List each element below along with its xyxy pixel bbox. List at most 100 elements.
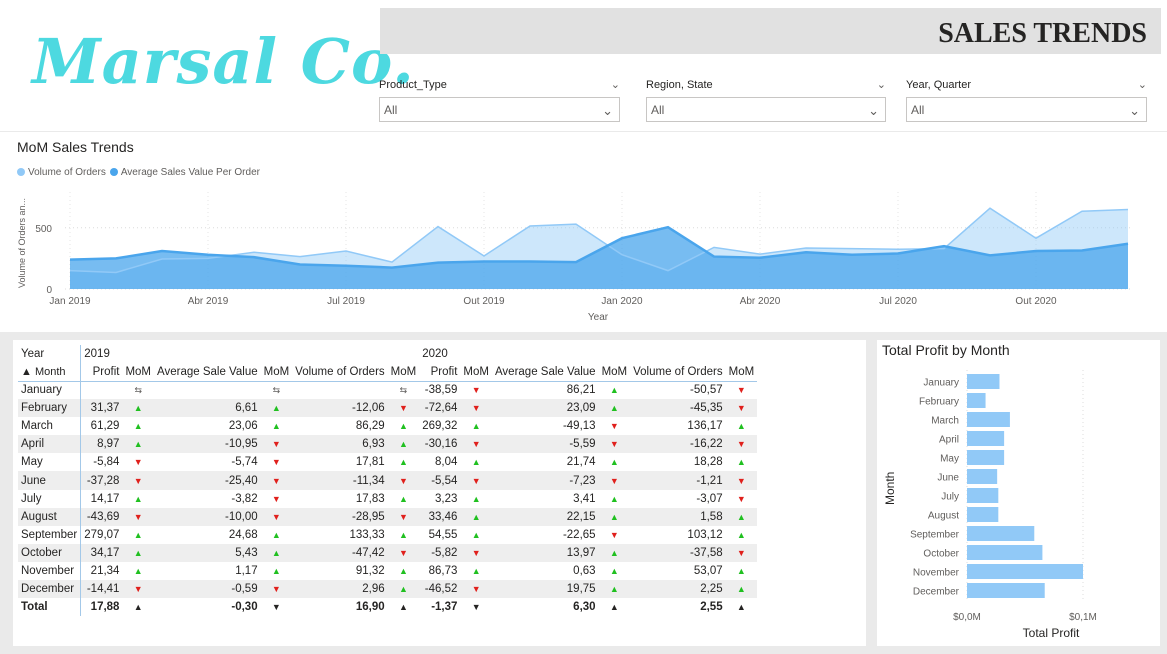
value-cell: -49,13 [562, 420, 596, 433]
y-tick-label: April [939, 435, 959, 446]
y-tick-label: August [928, 511, 959, 522]
value-cell: 18,28 [693, 456, 723, 469]
column-header[interactable]: Average Sale Value [491, 363, 599, 382]
bar[interactable] [967, 374, 1000, 389]
month-cell: March [18, 417, 82, 436]
bar[interactable] [967, 450, 1005, 465]
bar[interactable] [967, 583, 1045, 598]
value-cell: 33,46 [419, 507, 461, 526]
bar[interactable] [967, 507, 999, 522]
total-profit-by-month-chart[interactable]: Total Profit by Month $0,0M $0,1M January F… [877, 340, 1160, 646]
column-header[interactable]: MoM [260, 363, 293, 382]
legend-item-avg-value[interactable]: Average Sales Value Per Order [109, 167, 260, 178]
value-cell: -10,00 [154, 507, 261, 526]
down-arrow-icon: ▼ [725, 471, 758, 490]
y-tick-label: October [923, 549, 959, 560]
up-arrow-icon: ▲ [387, 435, 420, 454]
chevron-down-icon[interactable]: ⌄ [1138, 76, 1147, 94]
bar[interactable] [967, 412, 1010, 427]
value-cell: -1,21 [630, 471, 726, 490]
header-panel: Marsal Co. SALES TRENDS Product_Type ⌄ Al… [0, 0, 1167, 131]
column-header[interactable]: Profit [419, 363, 461, 382]
mom-sales-trends-chart[interactable]: 0 500 Jan 2019 Abr 2019 Jul 2019 Out 2019 Jan … [0, 132, 1167, 332]
column-header[interactable]: MoM [460, 363, 492, 382]
down-arrow-icon: ▼ [260, 435, 293, 454]
monthly-kpi-matrix: Year 2019 2020 ▲ Month Profit MoM Average Sale… [13, 340, 866, 646]
bar[interactable] [967, 393, 986, 408]
chevron-down-icon: ⌄ [868, 103, 879, 118]
down-arrow-icon: ▼ [271, 457, 281, 468]
y-tick-label: September [910, 530, 960, 541]
value-cell: 2,96 [292, 580, 388, 599]
header-spacer [122, 345, 154, 363]
slicer-region-state: Region, State ⌄ All ⌄ [646, 76, 886, 122]
up-arrow-icon: ▲ [271, 421, 281, 432]
value-cell: -22,65 [562, 528, 596, 541]
value-cell: -28,95 [292, 507, 388, 526]
value-cell: 3,23 [435, 492, 458, 505]
bar[interactable] [967, 469, 998, 484]
column-header[interactable]: MoM [598, 363, 631, 382]
legend-item-volume[interactable]: Volume of Orders [17, 167, 106, 178]
value-cell: -50,57 [690, 384, 723, 397]
column-header[interactable]: Volume of Orders [292, 363, 388, 382]
region-state-dropdown[interactable]: All ⌄ [646, 97, 886, 122]
y-tick-label: June [937, 473, 959, 484]
value-cell: 14,17 [90, 492, 120, 505]
up-arrow-icon: ▲ [725, 507, 758, 526]
bar[interactable] [967, 564, 1083, 579]
bar[interactable] [967, 526, 1035, 541]
value-cell: 17,83 [355, 492, 385, 505]
column-header[interactable]: Average Sale Value [154, 363, 261, 382]
header-spacer [599, 345, 631, 363]
down-arrow-icon: ▼ [271, 493, 281, 504]
column-header[interactable]: Profit [80, 363, 123, 382]
header-spacer [154, 345, 261, 363]
title-bar: SALES TRENDS [380, 8, 1161, 54]
column-header[interactable]: MoM [122, 363, 155, 382]
slicer-label: Year, Quarter [906, 79, 972, 91]
column-header[interactable]: Volume of Orders [630, 363, 726, 382]
value-cell: 5,43 [154, 543, 261, 562]
value-cell: -30,16 [419, 435, 461, 454]
month-header[interactable]: ▲ Month [18, 363, 82, 382]
value-cell: 136,17 [687, 420, 723, 433]
chart-legend: Volume of Orders Average Sales Value Per… [17, 167, 260, 178]
month-cell: December [18, 580, 82, 599]
value-cell: -43,69 [80, 507, 123, 526]
header-spacer [630, 345, 725, 363]
slicer-product-type: Product_Type ⌄ All ⌄ [379, 76, 620, 122]
up-arrow-icon: ▲ [122, 435, 155, 454]
table-row: May -5,84 ▼ -5,74 ▼ 17,81 ▲ 8,04 ▲ 21,74 ▲ 18,28 ▲ [18, 453, 757, 472]
value-cell: 54,55 [428, 528, 458, 541]
x-tick-label: Jul 2019 [327, 296, 365, 307]
table-row: January ⇆ ⇆ ⇆ -38,59 ▼ 86,21 ▲ -50,57 ▼ [18, 381, 757, 400]
year-quarter-dropdown[interactable]: All ⌄ [906, 97, 1147, 122]
x-axis-title: Year [588, 312, 609, 323]
y-tick-label: 500 [35, 224, 52, 235]
bar[interactable] [967, 488, 999, 503]
value-cell: 21,74 [566, 456, 596, 469]
slicer-label: Region, State [646, 79, 713, 91]
product-type-dropdown[interactable]: All ⌄ [379, 97, 620, 122]
bar[interactable] [967, 545, 1043, 560]
bar-chart-svg: $0,0M $0,1M January February March April May Ju… [883, 370, 1097, 640]
chevron-down-icon[interactable]: ⌄ [877, 76, 886, 94]
page-title: SALES TRENDS [938, 18, 1147, 49]
value-cell: 2,25 [630, 580, 726, 599]
down-arrow-icon: ▼ [460, 580, 492, 599]
x-tick-label: Abr 2019 [188, 296, 229, 307]
value-cell: -5,84 [93, 456, 120, 469]
y-tick-label: 0 [46, 285, 52, 296]
bar[interactable] [967, 431, 1005, 446]
up-arrow-icon: ▲ [609, 493, 619, 504]
value-cell: -14,41 [80, 580, 123, 599]
column-header[interactable]: MoM [387, 363, 420, 382]
value-cell: 133,33 [349, 528, 385, 541]
up-arrow-icon: ▲ [398, 421, 408, 432]
value-cell: 8,97 [80, 435, 123, 454]
column-header[interactable]: MoM [725, 363, 758, 382]
y-tick-label: January [923, 378, 959, 389]
up-arrow-icon: ▲ [133, 493, 143, 504]
chevron-down-icon[interactable]: ⌄ [611, 76, 620, 94]
